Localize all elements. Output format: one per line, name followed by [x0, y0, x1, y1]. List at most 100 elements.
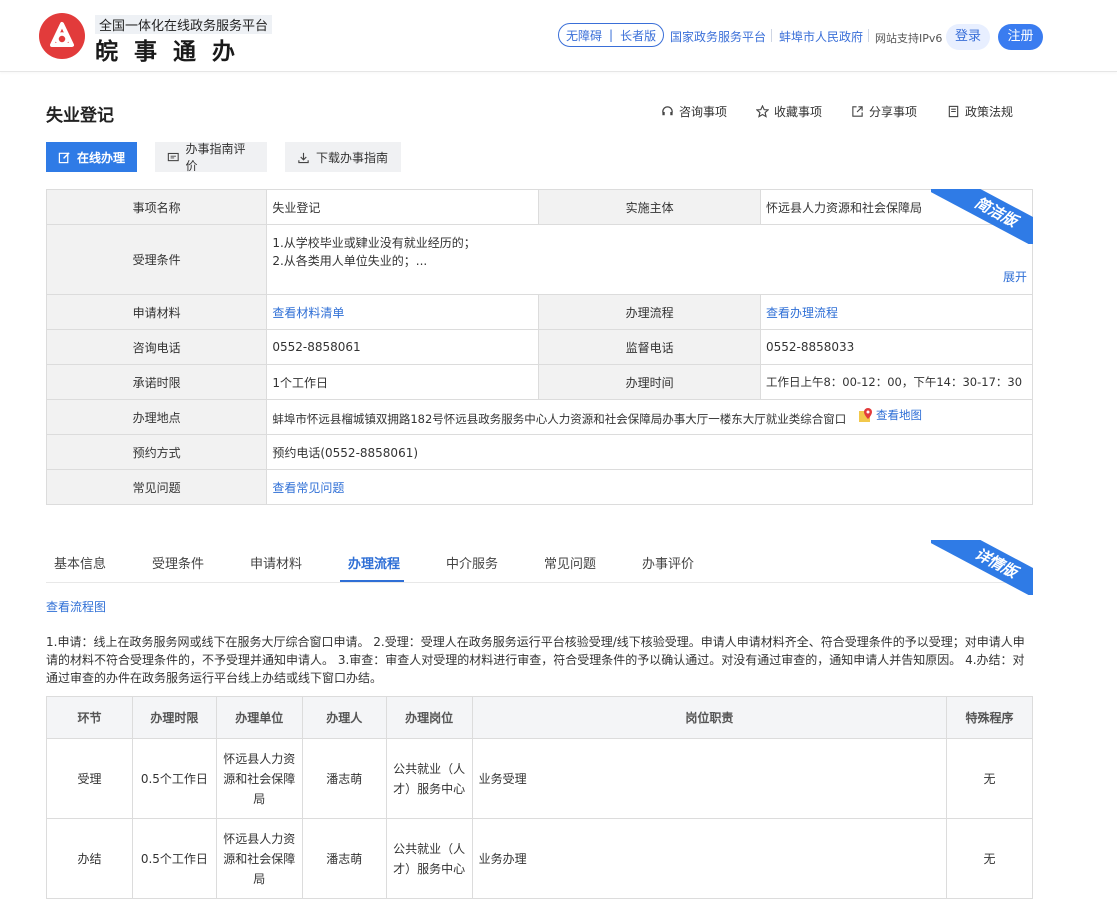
policy-label: 政策法规 — [965, 105, 1014, 119]
policy-action[interactable]: 政策法规 — [947, 103, 1013, 120]
address-label: 办理地点 — [45, 399, 268, 435]
materials-label: 申请材料 — [45, 294, 268, 330]
download-icon — [298, 152, 309, 163]
tab-agency-service[interactable]: 中介服务 — [446, 553, 498, 572]
map-link[interactable]: 查看地图 — [858, 407, 922, 423]
tab-faq[interactable]: 常见问题 — [544, 553, 596, 572]
share-action[interactable]: 分享事项 — [851, 103, 917, 120]
table-row: 受理条件 1.从学校毕业或肄业没有就业经历的； 2.从各类用人单位失业的；...… — [45, 224, 1033, 295]
evaluate-guide-button[interactable]: 办事指南评价 — [155, 142, 267, 173]
table-cell: 0.5个工作日 — [131, 738, 217, 819]
faq-label: 常见问题 — [45, 469, 268, 505]
share-icon — [852, 106, 863, 117]
conditions-line: 1.从学校毕业或肄业没有就业经历的； — [272, 236, 476, 250]
map-link-label: 查看地图 — [875, 408, 922, 422]
expand-link[interactable]: 展开 — [1003, 268, 1027, 286]
ipv6-note: 网站支持IPv6 — [875, 32, 943, 45]
detail-version-ribbon[interactable]: 详情版 — [931, 540, 1033, 595]
star-icon — [756, 105, 769, 118]
process-label: 办理流程 — [538, 294, 761, 330]
table-row: 事项名称 失业登记 实施主体 怀远县人力资源和社会保障局 — [45, 189, 1034, 225]
tab-conditions[interactable]: 受理条件 — [152, 553, 204, 572]
column-header: 岗位职责 — [471, 696, 948, 739]
hours-value: 工作日上午8：00-12：00，下午14：30-17：30 — [759, 364, 1034, 400]
column-header: 环节 — [46, 696, 133, 739]
online-apply-button[interactable]: 在线办理 — [46, 142, 137, 172]
table-row: 受理 0.5个工作日 怀远县人力资源和社会保障局 潘志萌 公共就业（人才）服务中… — [46, 738, 1033, 819]
edit-icon — [58, 151, 70, 163]
table-row: 预约方式 预约电话(0552-8858061) — [45, 434, 1033, 470]
login-button[interactable]: 登录 — [946, 24, 990, 50]
process-link[interactable]: 查看办理流程 — [766, 306, 838, 320]
phone-label: 咨询电话 — [45, 329, 268, 365]
share-label: 分享事项 — [869, 105, 918, 119]
summary-table: 事项名称 失业登记 实施主体 怀远县人力资源和社会保障局 受理条件 1.从学校毕… — [45, 189, 1034, 505]
view-flowchart-link[interactable]: 查看流程图 — [46, 598, 106, 615]
conditions-line: 2.从各类用人单位失业的；... — [272, 254, 428, 268]
column-header: 办理人 — [301, 696, 387, 739]
divider: | — [609, 28, 614, 42]
concise-version-ribbon[interactable]: 简洁版 — [931, 189, 1033, 244]
ribbon-label: 详情版 — [931, 540, 1033, 595]
address-cell: 蚌埠市怀远县榴城镇双拥路182号怀远县政务服务中心人力资源和社会保障局办事大厅一… — [266, 399, 1033, 435]
item-name-value: 失业登记 — [266, 189, 540, 225]
subject-label: 实施主体 — [538, 189, 761, 225]
table-cell: 无 — [946, 818, 1033, 899]
download-guide-label: 下载办事指南 — [316, 150, 389, 165]
consult-label: 咨询事项 — [679, 105, 728, 119]
column-header: 办理单位 — [215, 696, 303, 739]
booking-label: 预约方式 — [45, 434, 268, 470]
accessibility-link[interactable]: 无障碍 — [566, 27, 602, 44]
table-header-row: 环节 办理时限 办理单位 办理人 办理岗位 岗位职责 特殊程序 — [46, 696, 1033, 739]
tab-evaluation[interactable]: 办事评价 — [642, 553, 694, 572]
table-cell: 办结 — [46, 818, 133, 899]
table-cell: 潘志萌 — [301, 818, 387, 899]
wanshitong-logo-icon[interactable] — [38, 12, 86, 60]
promise-value: 1个工作日 — [266, 364, 540, 400]
map-pin-icon — [858, 408, 872, 422]
city-government-link[interactable]: 蚌埠市人民政府 — [779, 28, 863, 45]
download-guide-button[interactable]: 下载办事指南 — [285, 142, 401, 172]
comment-icon — [167, 152, 179, 161]
table-cell: 受理 — [46, 738, 133, 819]
brand-title: 皖事通办 — [95, 38, 251, 65]
faq-link[interactable]: 查看常见问题 — [272, 481, 344, 495]
table-cell: 0.5个工作日 — [131, 818, 217, 899]
supervise-label: 监督电话 — [538, 329, 761, 365]
favorite-label: 收藏事项 — [774, 105, 823, 119]
register-button[interactable]: 注册 — [998, 24, 1043, 50]
table-row: 常见问题 查看常见问题 — [45, 469, 1033, 505]
favorite-action[interactable]: 收藏事项 — [756, 103, 822, 120]
divider — [771, 29, 772, 42]
tab-materials[interactable]: 申请材料 — [250, 553, 302, 572]
table-cell: 业务受理 — [471, 738, 948, 819]
table-cell: 公共就业（人才）服务中心 — [385, 738, 473, 819]
ribbon-label: 简洁版 — [931, 189, 1033, 244]
conditions-cell: 1.从学校毕业或肄业没有就业经历的； 2.从各类用人单位失业的；... 展开 — [266, 224, 1033, 295]
column-header: 办理时限 — [131, 696, 217, 739]
column-header: 特殊程序 — [946, 696, 1033, 739]
supervise-value: 0552-8858033 — [759, 329, 1034, 365]
table-row: 办结 0.5个工作日 怀远县人力资源和社会保障局 潘志萌 公共就业（人才）服务中… — [46, 818, 1033, 899]
table-cell: 公共就业（人才）服务中心 — [385, 818, 473, 899]
table-cell: 业务办理 — [471, 818, 948, 899]
national-platform-link[interactable]: 国家政务服务平台 — [670, 28, 766, 45]
table-row: 办理地点 蚌埠市怀远县榴城镇双拥路182号怀远县政务服务中心人力资源和社会保障局… — [45, 399, 1033, 435]
tab-basic-info[interactable]: 基本信息 — [54, 553, 106, 572]
table-row: 咨询电话 0552-8858061 监督电话 0552-8858033 — [45, 329, 1034, 365]
elder-mode-link[interactable]: 长者版 — [620, 27, 656, 44]
tab-process[interactable]: 办理流程 — [348, 553, 400, 572]
consult-action[interactable]: 咨询事项 — [661, 103, 727, 120]
address-value: 蚌埠市怀远县榴城镇双拥路182号怀远县政务服务中心人力资源和社会保障局办事大厅一… — [272, 412, 847, 426]
headset-icon — [662, 106, 673, 116]
booking-value: 预约电话(0552-8858061) — [266, 434, 1033, 470]
table-cell: 潘志萌 — [301, 738, 387, 819]
table-row: 申请材料 查看材料清单 办理流程 查看办理流程 — [45, 294, 1034, 330]
hours-label: 办理时间 — [538, 364, 761, 400]
materials-link[interactable]: 查看材料清单 — [272, 306, 344, 320]
table-cell: 无 — [946, 738, 1033, 819]
process-table: 环节 办理时限 办理单位 办理人 办理岗位 岗位职责 特殊程序 受理 0.5个工… — [46, 696, 1033, 899]
item-name-label: 事项名称 — [45, 189, 268, 225]
promise-label: 承诺时限 — [45, 364, 268, 400]
table-row: 承诺时限 1个工作日 办理时间 工作日上午8：00-12：00，下午14：30-… — [45, 364, 1034, 400]
